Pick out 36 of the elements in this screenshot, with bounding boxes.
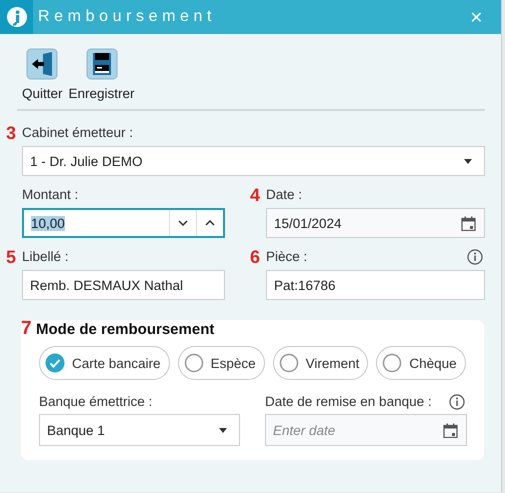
- field-label: Date de remise en banque :: [265, 394, 433, 409]
- step-number: 5: [6, 248, 18, 266]
- step-number: 6: [250, 248, 262, 266]
- exit-door-icon: [26, 48, 58, 80]
- dropdown-arrow-icon: [219, 428, 227, 432]
- date-field[interactable]: 15/01/2024: [266, 208, 485, 238]
- payment-option[interactable]: Carte bancaire: [39, 346, 170, 380]
- save-button[interactable]: Enregistrer: [68, 48, 135, 101]
- step-number: 7: [21, 320, 33, 338]
- field-label: Libellé :: [22, 249, 70, 264]
- dropdown-arrow-icon: [464, 158, 472, 164]
- field-label: Banque émettrice :: [39, 394, 154, 409]
- chevron-down-icon: [178, 220, 188, 226]
- text-field[interactable]: Remb. DESMAUX Nathal: [22, 270, 225, 300]
- window-title: Remboursement: [38, 8, 218, 26]
- dropdown[interactable]: 1 - Dr. Julie DEMO: [22, 146, 485, 176]
- field-label: Cabinet émetteur :: [22, 125, 134, 140]
- payment-option[interactable]: Espèce: [178, 346, 265, 380]
- calendar-icon[interactable]: [443, 422, 458, 438]
- info-icon[interactable]: [449, 394, 465, 410]
- info-icon[interactable]: [467, 248, 483, 264]
- field-label: Pièce :: [266, 249, 308, 264]
- dropdown[interactable]: Banque 1: [39, 414, 240, 446]
- calendar-icon[interactable]: [461, 216, 476, 230]
- step-number: 4: [250, 186, 262, 204]
- payment-option[interactable]: Chèque: [376, 346, 466, 380]
- field-label: Montant :: [22, 187, 80, 202]
- field-label: Date :: [266, 187, 304, 202]
- step-number: 3: [6, 124, 18, 142]
- number-field[interactable]: 10,00: [22, 208, 225, 238]
- section-title: Mode de remboursement: [36, 321, 214, 338]
- payment-option[interactable]: Virement: [272, 346, 368, 380]
- quit-button[interactable]: Quitter: [22, 48, 63, 101]
- app-logo-icon: [6, 6, 28, 28]
- text-field[interactable]: Pat:16786: [266, 270, 485, 300]
- chevron-up-icon: [205, 220, 215, 226]
